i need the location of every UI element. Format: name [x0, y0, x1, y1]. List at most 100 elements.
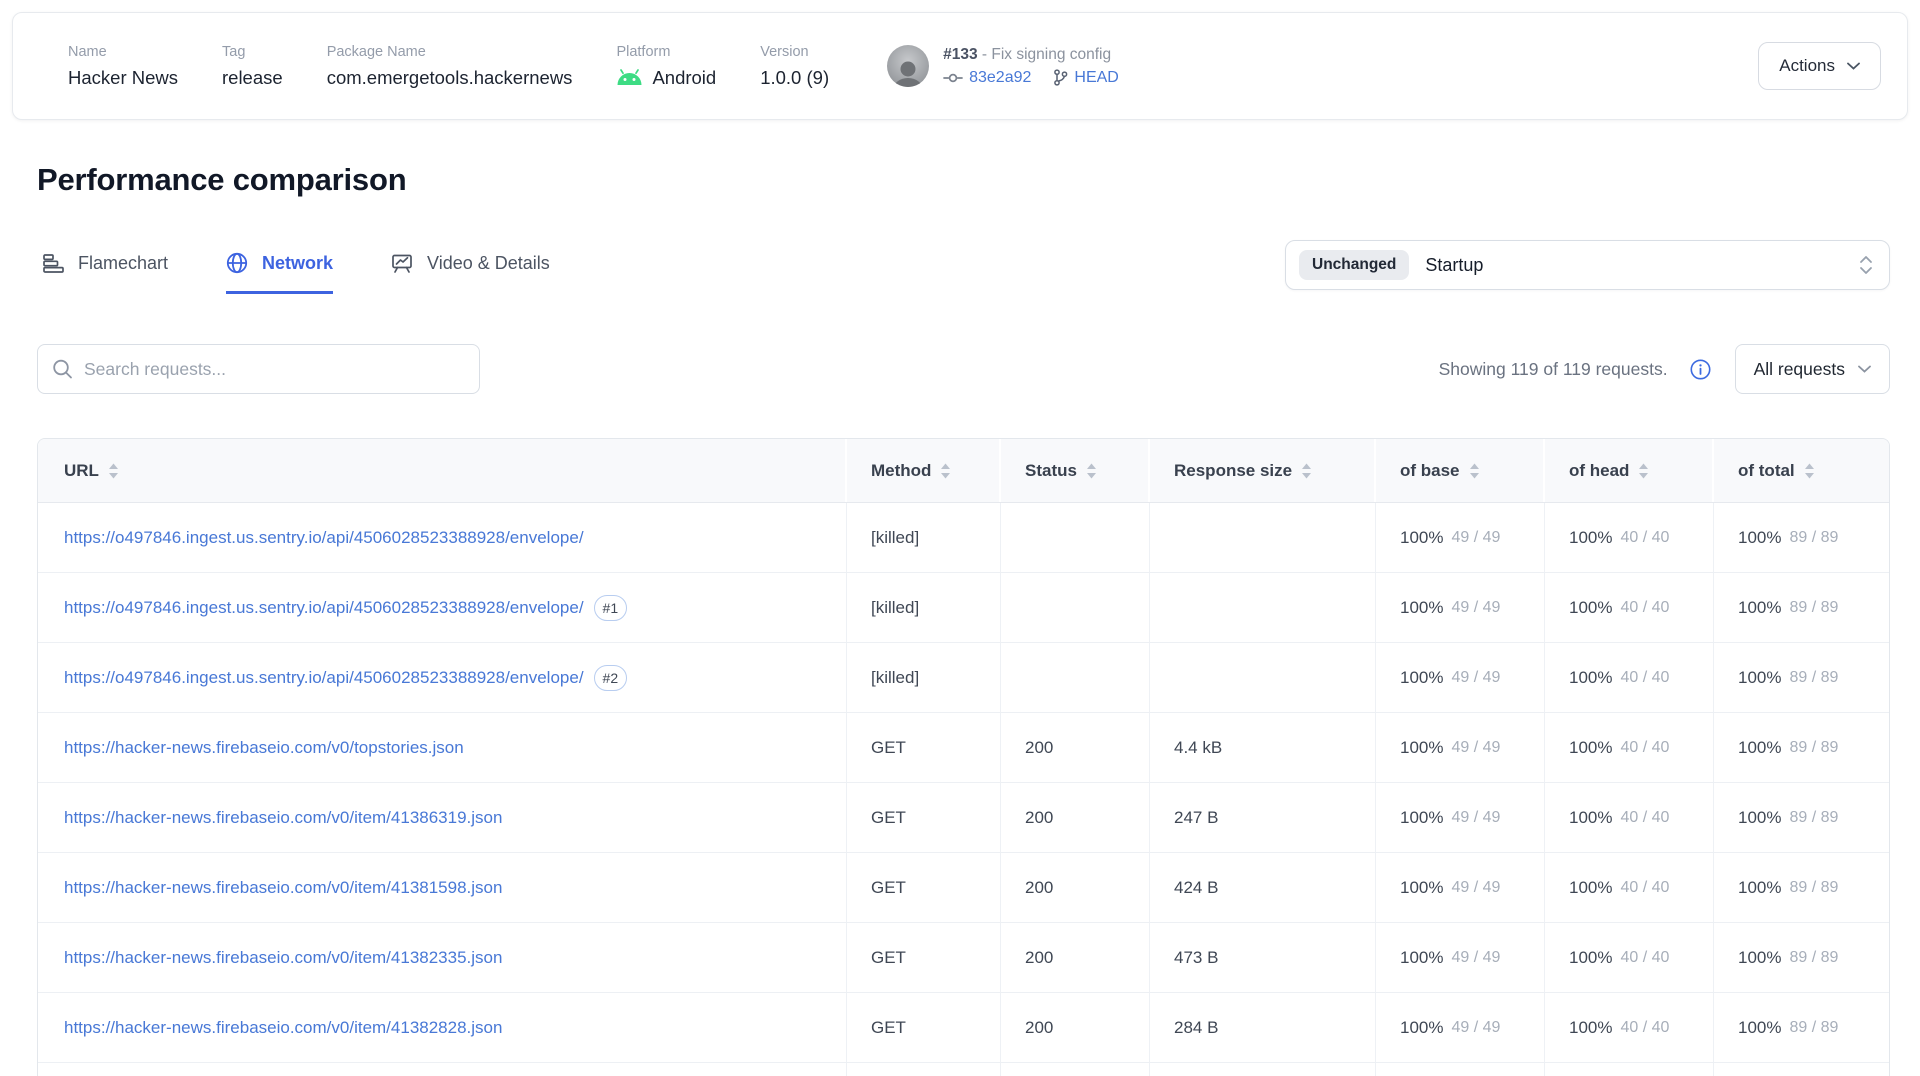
pr-number[interactable]: #133	[943, 46, 977, 63]
field-label: Platform	[616, 44, 716, 60]
request-url-link[interactable]: https://hacker-news.firebaseio.com/v0/it…	[64, 1018, 502, 1038]
table-row[interactable]: https://hacker-news.firebaseio.com/v0/to…	[38, 713, 1889, 783]
method-cell: GET	[847, 923, 1001, 992]
field-value: Android	[616, 67, 716, 89]
status-cell: 200	[1001, 713, 1150, 782]
toolbar-right: Showing 119 of 119 requests. All request…	[1439, 344, 1890, 394]
response-size-cell	[1150, 573, 1376, 642]
column-header-status[interactable]: Status	[1001, 439, 1150, 502]
request-url-link[interactable]: https://o497846.ingest.us.sentry.io/api/…	[64, 598, 584, 618]
pr-info: #133 - Fix signing config 83e2a92	[943, 46, 1119, 87]
field-label: Package Name	[327, 44, 573, 60]
column-header-of-base[interactable]: of base	[1376, 439, 1545, 502]
status-cell: 200	[1001, 993, 1150, 1062]
response-size-cell	[1150, 503, 1376, 572]
of-total-cell: 100%89 / 89	[1714, 923, 1890, 992]
request-url-link[interactable]: https://hacker-news.firebaseio.com/v0/it…	[64, 878, 502, 898]
response-size-cell	[1150, 643, 1376, 712]
commit-link[interactable]: 83e2a92	[943, 69, 1031, 87]
globe-icon	[226, 252, 248, 274]
branch-link[interactable]: HEAD	[1053, 69, 1118, 87]
sort-icon[interactable]	[1469, 463, 1480, 479]
table-row[interactable]: https://hacker-news.firebaseio.com/v0/it…	[38, 783, 1889, 853]
method-cell: GET	[847, 853, 1001, 922]
requests-toolbar: Showing 119 of 119 requests. All request…	[37, 344, 1890, 394]
requests-filter-button[interactable]: All requests	[1735, 344, 1890, 394]
method-cell: GET	[847, 713, 1001, 782]
method-cell: GET	[847, 993, 1001, 1062]
method-cell: [killed]	[847, 643, 1001, 712]
field-value: release	[222, 67, 283, 89]
of-head-cell: 100%40 / 40	[1545, 713, 1714, 782]
page-title: Performance comparison	[37, 160, 1890, 200]
tab-label: Video & Details	[427, 253, 550, 274]
tab-video-details[interactable]: Video & Details	[391, 252, 550, 294]
column-header-response-size[interactable]: Response size	[1150, 439, 1376, 502]
column-header-method[interactable]: Method	[847, 439, 1001, 502]
git-branch-icon	[1053, 69, 1068, 86]
field-value: 1.0.0 (9)	[760, 67, 829, 89]
comparison-select[interactable]: Unchanged Startup	[1285, 240, 1890, 290]
method-cell: [killed]	[847, 503, 1001, 572]
table-row[interactable]: https://o497846.ingest.us.sentry.io/api/…	[38, 573, 1889, 643]
of-total-cell: 100%89 / 89	[1714, 853, 1890, 922]
flamechart-icon	[43, 254, 64, 273]
sort-icon[interactable]	[1301, 463, 1312, 479]
table-header-row: URL Method Status Response size of base …	[38, 439, 1889, 503]
url-cell: https://o497846.ingest.us.sentry.io/api/…	[38, 503, 847, 572]
column-header-of-head[interactable]: of head	[1545, 439, 1714, 502]
tab-flamechart[interactable]: Flamechart	[43, 252, 168, 294]
sort-icon[interactable]	[1804, 463, 1815, 479]
status-cell	[1001, 643, 1150, 712]
tab-label: Network	[262, 253, 333, 274]
of-base-cell: 100%49 / 49	[1376, 643, 1545, 712]
response-size-cell: 424 B	[1150, 853, 1376, 922]
android-icon	[616, 69, 643, 86]
request-url-link[interactable]: https://hacker-news.firebaseio.com/v0/it…	[64, 948, 502, 968]
column-header-url[interactable]: URL	[38, 439, 847, 502]
response-size-cell: 4.4 kB	[1150, 713, 1376, 782]
table-row[interactable]: https://hacker-news.firebaseio.com/v0/it…	[38, 923, 1889, 993]
select-chevrons-icon	[1859, 255, 1873, 275]
commit-icon	[943, 71, 963, 85]
of-total-cell: 100%89 / 89	[1714, 713, 1890, 782]
tabs-row: Flamechart Network	[37, 240, 1890, 294]
of-base-cell: 100%49 / 49	[1376, 993, 1545, 1062]
sort-icon[interactable]	[1638, 463, 1649, 479]
of-head-cell: 100%40 / 40	[1545, 503, 1714, 572]
field-version: Version 1.0.0 (9)	[760, 44, 829, 89]
of-total-cell: 100%89 / 89	[1714, 643, 1890, 712]
table-row[interactable]: https://hacker-news.firebaseio.com/v0/it…	[38, 993, 1889, 1063]
table-row[interactable]: https://o497846.ingest.us.sentry.io/api/…	[38, 643, 1889, 713]
tab-network[interactable]: Network	[226, 252, 333, 294]
of-head-cell: 100%40 / 40	[1545, 783, 1714, 852]
sort-icon[interactable]	[108, 463, 119, 479]
url-cell: https://hacker-news.firebaseio.com/v0/it…	[38, 853, 847, 922]
actions-button[interactable]: Actions	[1758, 42, 1881, 90]
search-input[interactable]	[37, 344, 480, 394]
search-box	[37, 344, 480, 394]
of-total-cell: 100%89 / 89	[1714, 993, 1890, 1062]
sort-icon[interactable]	[1086, 463, 1097, 479]
field-label: Tag	[222, 44, 283, 60]
info-icon[interactable]	[1690, 359, 1711, 380]
comparison-status-badge: Unchanged	[1299, 250, 1409, 280]
avatar	[887, 45, 929, 87]
table-row[interactable]: https://hacker-news.firebaseio.com/v0/it…	[38, 853, 1889, 923]
of-head-cell: 100%40 / 40	[1545, 573, 1714, 642]
table-row[interactable]: https://o497846.ingest.us.sentry.io/api/…	[38, 503, 1889, 573]
request-url-link[interactable]: https://hacker-news.firebaseio.com/v0/to…	[64, 738, 464, 758]
of-head-cell: 100%40 / 40	[1545, 643, 1714, 712]
field-tag: Tag release	[222, 44, 283, 89]
pr-title: #133 - Fix signing config	[943, 46, 1119, 64]
url-cell: https://o497846.ingest.us.sentry.io/api/…	[38, 643, 847, 712]
request-url-link[interactable]: https://hacker-news.firebaseio.com/v0/it…	[64, 808, 502, 828]
request-url-link[interactable]: https://o497846.ingest.us.sentry.io/api/…	[64, 668, 584, 688]
of-base-cell: 100%49 / 49	[1376, 503, 1545, 572]
sort-icon[interactable]	[940, 463, 951, 479]
status-cell: 200	[1001, 783, 1150, 852]
request-url-link[interactable]: https://o497846.ingest.us.sentry.io/api/…	[64, 528, 584, 548]
of-total-cell: 100%89 / 89	[1714, 503, 1890, 572]
column-header-of-total[interactable]: of total	[1714, 439, 1890, 502]
response-size-cell: 284 B	[1150, 993, 1376, 1062]
